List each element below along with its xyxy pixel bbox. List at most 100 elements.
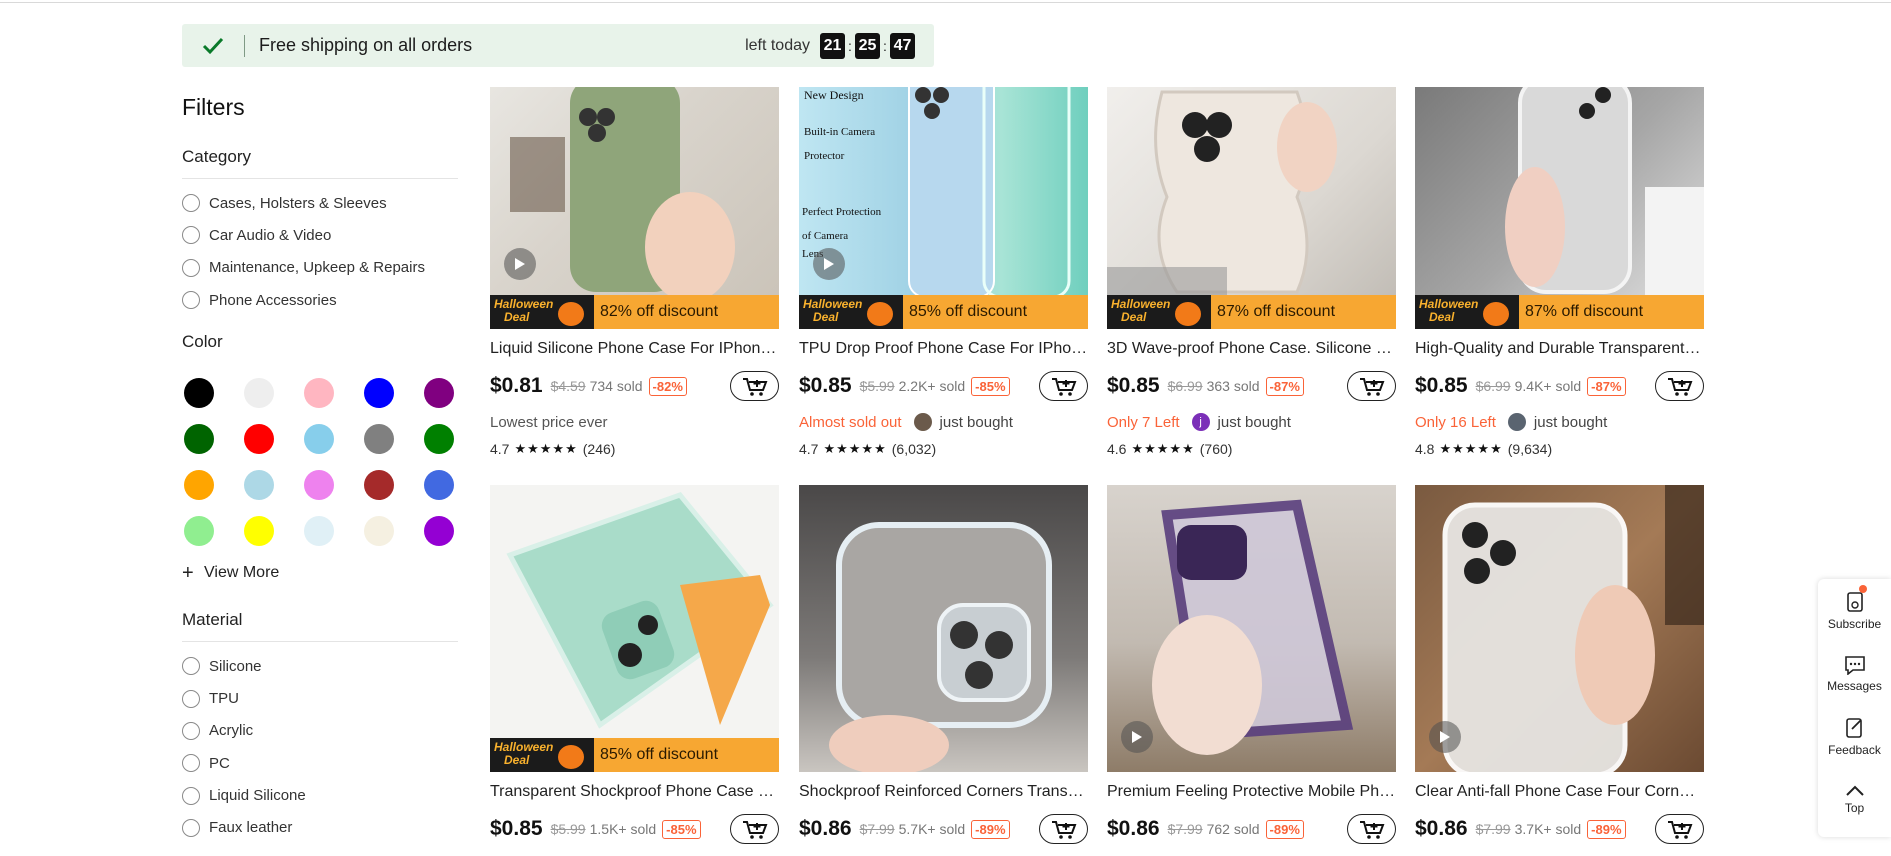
product-card[interactable]: Shockproof Reinforced Corners Transparen… — [799, 485, 1088, 847]
product-title[interactable]: Premium Feeling Protective Mobile Phone … — [1107, 783, 1396, 805]
product-title[interactable]: High-Quality and Durable Transparent/Cle… — [1415, 340, 1704, 362]
halloween-deal-badge: Halloween Deal — [1415, 295, 1519, 329]
product-title[interactable]: Shockproof Reinforced Corners Transparen… — [799, 783, 1088, 805]
color-swatch[interactable] — [184, 470, 214, 501]
color-swatch[interactable] — [424, 424, 454, 455]
discount-strip: Halloween Deal 82% off discount — [490, 295, 779, 329]
product-title[interactable]: Transparent Shockproof Phone Case For IP… — [490, 783, 779, 805]
category-list: Cases, Holsters & Sleeves Car Audio & Vi… — [182, 187, 458, 316]
product-card[interactable]: Halloween Deal 87% off discount 3D Wave-p… — [1107, 87, 1396, 459]
product-card[interactable]: Clear Anti-fall Phone Case Four Corners … — [1415, 485, 1704, 847]
color-swatch[interactable] — [424, 470, 454, 501]
radio-icon[interactable] — [182, 689, 200, 708]
rating-value: 4.7 — [490, 441, 510, 457]
material-option[interactable]: PC — [182, 747, 458, 779]
sold-count: 762 sold — [1206, 821, 1260, 837]
product-image[interactable]: Halloween Deal 87% off discount — [1107, 87, 1396, 329]
material-option[interactable]: Acrylic — [182, 715, 458, 747]
color-swatch[interactable] — [304, 516, 334, 547]
radio-icon[interactable] — [182, 721, 200, 740]
color-swatch[interactable] — [244, 378, 274, 409]
product-card[interactable]: New Design Built-in Camera Protector Per… — [799, 87, 1088, 459]
color-swatch[interactable] — [244, 470, 274, 501]
radio-icon[interactable] — [182, 226, 200, 245]
sold-count: 2.2K+ sold — [898, 378, 966, 394]
color-swatch[interactable] — [304, 424, 334, 455]
add-to-cart-button[interactable] — [1039, 371, 1088, 401]
discount-badge: -87% — [1265, 376, 1304, 396]
product-title[interactable]: 3D Wave-proof Phone Case. Silicone Soft … — [1107, 340, 1396, 362]
product-image[interactable]: Halloween Deal 82% off discount — [490, 87, 779, 329]
add-to-cart-button[interactable] — [1039, 814, 1088, 844]
color-swatch[interactable] — [244, 516, 274, 547]
category-option[interactable]: Car Audio & Video — [182, 219, 458, 251]
radio-icon[interactable] — [182, 194, 200, 213]
radio-icon[interactable] — [182, 291, 200, 310]
radio-icon[interactable] — [182, 754, 200, 773]
add-to-cart-button[interactable] — [730, 371, 779, 401]
color-swatch[interactable] — [244, 424, 274, 455]
play-video-icon[interactable] — [813, 248, 845, 280]
product-image[interactable]: Halloween Deal 85% off discount — [490, 485, 779, 772]
material-option[interactable]: Liquid Silicone — [182, 779, 458, 811]
radio-icon[interactable] — [182, 657, 200, 676]
color-swatch[interactable] — [424, 378, 454, 409]
check-icon — [182, 24, 244, 67]
product-title[interactable]: TPU Drop Proof Phone Case For IPhone 13 … — [799, 340, 1088, 362]
feedback-label: Feedback — [1828, 742, 1881, 757]
product-image[interactable]: New Design Built-in Camera Protector Per… — [799, 87, 1088, 329]
product-price: $0.86 — [799, 817, 852, 840]
review-count: (760) — [1199, 441, 1233, 457]
category-option[interactable]: Phone Accessories — [182, 284, 458, 316]
view-more-button[interactable]: + View More — [182, 560, 458, 586]
add-to-cart-button[interactable] — [1655, 371, 1704, 401]
product-card[interactable]: Halloween Deal 85% off discount Transpare… — [490, 485, 779, 847]
color-swatch[interactable] — [364, 516, 394, 547]
color-swatch[interactable] — [304, 378, 334, 409]
material-option[interactable]: TPU — [182, 682, 458, 714]
material-title: Material — [182, 610, 243, 630]
product-image[interactable] — [799, 485, 1088, 772]
color-swatch[interactable] — [184, 424, 214, 455]
product-title[interactable]: Clear Anti-fall Phone Case Four Corners … — [1415, 783, 1704, 805]
radio-icon[interactable] — [182, 786, 200, 805]
material-option-label: Acrylic — [209, 722, 254, 740]
product-tag-row: Lowest price ever — [490, 410, 779, 434]
color-swatch[interactable] — [304, 470, 334, 501]
original-price: $6.99 — [1167, 378, 1203, 394]
product-card[interactable]: Premium Feeling Protective Mobile Phone … — [1107, 485, 1396, 847]
discount-badge: -82% — [648, 376, 687, 396]
product-card[interactable]: Halloween Deal 87% off discount High-Qual… — [1415, 87, 1704, 459]
color-swatch[interactable] — [364, 378, 394, 409]
play-video-icon[interactable] — [504, 248, 536, 280]
rating-row: 4.7 ★★★★★ (246) — [490, 439, 779, 459]
product-image[interactable] — [1415, 485, 1704, 772]
color-swatch[interactable] — [364, 424, 394, 455]
feedback-button[interactable]: Feedback — [1818, 705, 1891, 768]
subscribe-button[interactable]: Subscribe — [1818, 579, 1891, 642]
add-to-cart-button[interactable] — [730, 814, 779, 844]
material-option[interactable]: Silicone — [182, 650, 458, 682]
color-swatch[interactable] — [424, 516, 454, 547]
play-video-icon[interactable] — [1429, 721, 1461, 753]
add-to-cart-button[interactable] — [1347, 371, 1396, 401]
radio-icon[interactable] — [182, 258, 200, 277]
product-tag: Only 16 Left — [1415, 413, 1496, 431]
category-option[interactable]: Maintenance, Upkeep & Repairs — [182, 252, 458, 284]
original-price: $7.99 — [859, 821, 895, 837]
add-to-cart-button[interactable] — [1655, 814, 1704, 844]
material-option[interactable]: Faux leather — [182, 812, 458, 844]
play-video-icon[interactable] — [1121, 721, 1153, 753]
add-to-cart-button[interactable] — [1347, 814, 1396, 844]
product-card[interactable]: Halloween Deal 82% off discount Liquid Si… — [490, 87, 779, 459]
category-option[interactable]: Cases, Holsters & Sleeves — [182, 187, 458, 219]
radio-icon[interactable] — [182, 818, 200, 837]
product-image[interactable]: Halloween Deal 87% off discount — [1415, 87, 1704, 329]
product-title[interactable]: Liquid Silicone Phone Case For IPhone 11… — [490, 340, 779, 362]
product-image[interactable] — [1107, 485, 1396, 772]
messages-button[interactable]: Messages — [1818, 642, 1891, 705]
color-swatch[interactable] — [364, 470, 394, 501]
color-swatch[interactable] — [184, 378, 214, 409]
color-swatch[interactable] — [184, 516, 214, 547]
back-to-top-button[interactable]: Top — [1818, 768, 1891, 831]
